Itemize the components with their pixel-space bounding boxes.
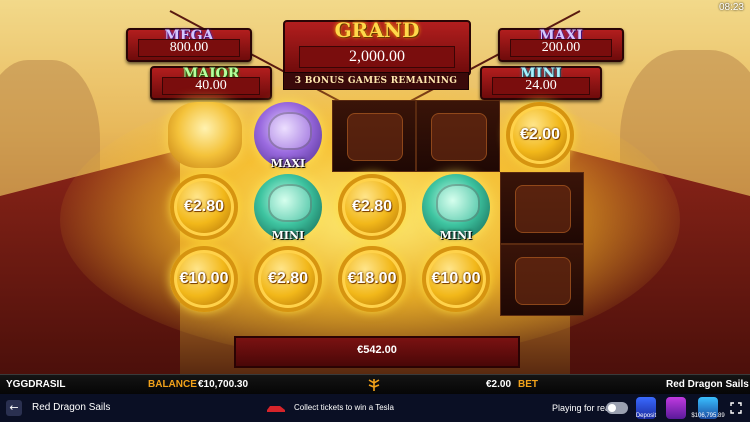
promo-jackpot-amount: $106,795.89: [691, 413, 725, 419]
coin-symbol: €10.00: [170, 246, 238, 312]
maxi-dragon-orb: MAXI: [254, 102, 322, 170]
grid-cell-empty: [500, 172, 584, 244]
jackpot-maxi: MAXI 200.00: [498, 28, 624, 62]
warrior-portrait-icon: [515, 185, 571, 233]
coin-value: €10.00: [431, 270, 481, 287]
grid-cell: €18.00: [332, 244, 414, 314]
coin-symbol: €2.00: [506, 102, 574, 168]
play-for-real-toggle[interactable]: [606, 402, 628, 414]
balance-label: BALANCE: [148, 379, 197, 390]
coin-value: €2.00: [519, 126, 561, 143]
grid-cell: [164, 100, 246, 170]
grid-cell-empty: [416, 100, 500, 172]
boost-promo-icon[interactable]: [666, 397, 686, 419]
reel-grid: MAXI €2.00 €2.80 MINI €2.80 MINI €10.00 …: [164, 100, 584, 316]
game-name: Red Dragon Sails: [666, 379, 749, 390]
casino-footer: ← Red Dragon Sails Collect tickets to wi…: [0, 394, 750, 422]
bet-label: BET: [518, 379, 538, 390]
coin-symbol: €18.00: [338, 246, 406, 312]
dragon-face-icon: [436, 184, 480, 222]
arrow-left-icon[interactable]: ←: [6, 400, 22, 416]
gold-ingot-icon: [515, 257, 571, 305]
grid-cell: MINI: [248, 172, 330, 242]
fullscreen-icon[interactable]: [730, 402, 742, 414]
promo-text[interactable]: Collect tickets to win a Tesla: [294, 403, 394, 412]
jackpot-major-value: 40.00: [162, 77, 260, 95]
grid-cell-empty: [332, 100, 416, 172]
orb-label: MINI: [439, 229, 473, 242]
jackpot-mega: MEGA 800.00: [126, 28, 252, 62]
coin-symbol: €10.00: [422, 246, 490, 312]
jackpot-mega-value: 800.00: [138, 39, 240, 57]
total-win-value: €542.00: [357, 344, 397, 356]
jackpot-grand-value: 2,000.00: [299, 46, 455, 68]
coin-value: €18.00: [347, 270, 397, 287]
grid-cell: €10.00: [164, 244, 246, 314]
jackpot-major: MAJOR 40.00: [150, 66, 272, 100]
jackpot-mini-value: 24.00: [492, 77, 590, 95]
grid-cell: €2.80: [248, 244, 330, 314]
jackpot-grand-label: GRAND: [334, 18, 420, 42]
coin-value: €2.80: [351, 198, 393, 215]
dragon-face-icon: [268, 112, 312, 150]
game-hud: YGGDRASIL BALANCE €10,700.30 €2.00 BET R…: [0, 374, 750, 395]
play-for-real-label: Playing for real: [552, 403, 613, 413]
jackpot-grand: GRAND 2,000.00: [283, 18, 471, 76]
coin-symbol: €2.80: [338, 174, 406, 240]
car-icon: [267, 406, 285, 412]
coin-symbol: €2.80: [254, 246, 322, 312]
balance-value: €10,700.30: [198, 379, 249, 390]
scroll-icon: [431, 113, 487, 161]
grid-cell: MAXI: [248, 100, 330, 170]
footer-game-title: Red Dragon Sails: [32, 402, 111, 413]
orb-label: MAXI: [270, 157, 306, 170]
provider-name: YGGDRASIL: [6, 379, 66, 390]
coin-symbol: €2.80: [170, 174, 238, 240]
grid-cell-empty: [500, 244, 584, 316]
promo-deposit-label: Deposit: [635, 413, 657, 419]
clock: 08:23: [718, 2, 744, 13]
grid-cell: €10.00: [416, 244, 498, 314]
bet-value: €2.00: [486, 379, 512, 390]
bonus-games-banner: 3 BONUS GAMES REMAINING: [283, 72, 469, 90]
coin-value: €2.80: [183, 198, 225, 215]
grid-cell: €2.80: [332, 172, 414, 242]
grid-cell: €2.80: [164, 172, 246, 242]
crossed-swords-icon: [347, 113, 403, 161]
mini-dragon-orb: MINI: [422, 174, 490, 242]
game-stage[interactable]: MEGA 800.00 MAJOR 40.00 GRAND 2,000.00 3…: [0, 0, 750, 374]
dragon-face-icon: [268, 184, 312, 222]
coin-value: €10.00: [179, 270, 229, 287]
total-win-bar: €542.00: [234, 336, 520, 368]
jackpot-mini: MINI 24.00: [480, 66, 602, 100]
grid-cell: MINI: [416, 172, 498, 242]
gold-dragon-symbol: [168, 102, 242, 168]
jackpot-maxi-value: 200.00: [510, 39, 612, 57]
yggdrasil-tree-icon: [368, 379, 380, 391]
mini-dragon-orb: MINI: [254, 174, 322, 242]
grid-cell: €2.00: [500, 100, 582, 170]
coin-value: €2.80: [267, 270, 309, 287]
orb-label: MINI: [271, 229, 305, 242]
